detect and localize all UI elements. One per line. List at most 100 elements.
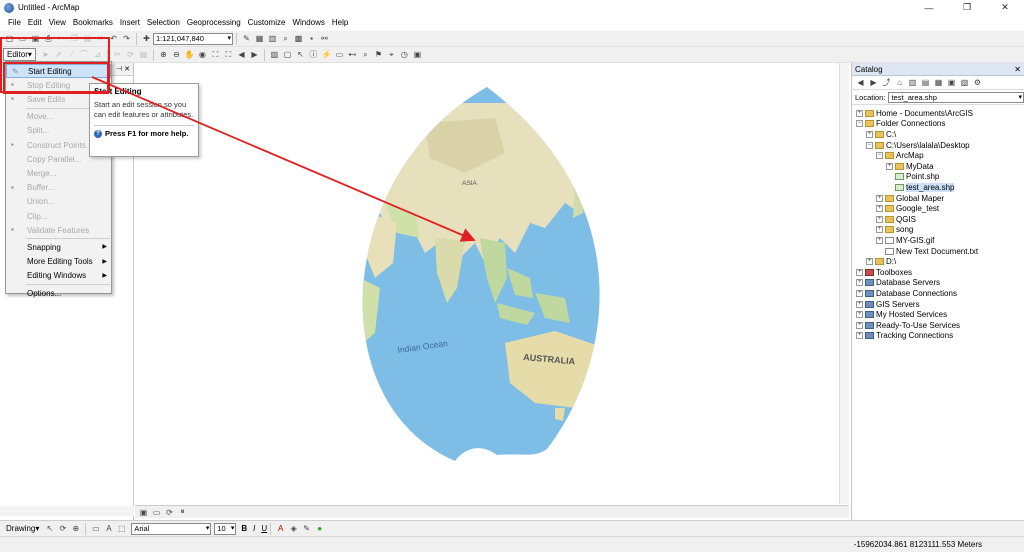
catalog-tree-item[interactable]: Point.shp xyxy=(886,172,939,183)
collapse-icon[interactable]: − xyxy=(856,120,863,128)
menu-customize[interactable]: Customize xyxy=(245,18,289,27)
select-features-icon[interactable]: ▧ xyxy=(269,49,280,60)
find-route-icon[interactable]: ⚑ xyxy=(373,49,384,60)
catalog-tree-item[interactable]: − ArcMap xyxy=(876,150,924,161)
catalog-tree-item[interactable]: + Global Maper xyxy=(876,193,944,204)
clear-selection-icon[interactable]: ▢ xyxy=(282,49,293,60)
font-color-icon[interactable]: A xyxy=(275,523,286,534)
cut-icon[interactable]: ✂ xyxy=(56,33,67,44)
disconnect-folder-icon[interactable]: ▤ xyxy=(920,77,931,88)
catalog-tree-item[interactable]: + C:\ xyxy=(866,129,896,140)
menu-geoprocessing[interactable]: Geoprocessing xyxy=(184,18,244,27)
catalog-tree-item[interactable]: + D:\ xyxy=(866,256,896,267)
data-view-icon[interactable]: ▣ xyxy=(138,507,149,518)
map-scale-combo[interactable]: 1:121,047,840 xyxy=(153,32,233,45)
full-extent-icon[interactable]: ◉ xyxy=(197,49,208,60)
rotate-icon[interactable]: ⟳ xyxy=(57,523,68,534)
collapse-icon[interactable]: − xyxy=(866,141,873,149)
underline-button[interactable]: U xyxy=(261,524,267,533)
catalog-tree-item[interactable]: + Home - Documents\ArcGIS xyxy=(856,108,973,119)
copy-icon[interactable]: ❐ xyxy=(69,33,80,44)
edit-annotation-icon[interactable]: ➚ xyxy=(53,49,64,60)
expand-icon[interactable]: + xyxy=(876,194,883,202)
catalog-tree-item[interactable]: + My Hosted Services xyxy=(856,309,947,320)
italic-button[interactable]: I xyxy=(253,524,255,533)
hyperlink-icon[interactable]: ⚡ xyxy=(321,49,332,60)
find-icon[interactable]: ⌕ xyxy=(360,49,371,60)
end-point-arc-icon[interactable]: ⌒ xyxy=(79,49,90,60)
menu-edit[interactable]: Edit xyxy=(25,18,45,27)
marker-color-icon[interactable]: ● xyxy=(314,523,325,534)
drawing-menu-button[interactable]: Drawing▾ xyxy=(6,524,39,533)
expand-icon[interactable]: + xyxy=(856,311,863,319)
measure-icon[interactable]: ⊷ xyxy=(347,49,358,60)
collapse-icon[interactable]: − xyxy=(876,152,883,160)
edit-tool-icon[interactable]: ➤ xyxy=(40,49,51,60)
forward-extent-icon[interactable]: ▶ xyxy=(249,49,260,60)
editor-menu-button[interactable]: Editor▾ xyxy=(3,48,36,61)
search-window-icon[interactable]: ⌕ xyxy=(280,33,291,44)
expand-icon[interactable]: + xyxy=(876,226,883,234)
python-icon[interactable]: ▪ xyxy=(306,33,317,44)
open-icon[interactable]: ▭ xyxy=(17,33,28,44)
maximize-button[interactable]: ❐ xyxy=(948,0,986,15)
text-icon[interactable]: A xyxy=(103,523,114,534)
create-viewer-icon[interactable]: ▣ xyxy=(412,49,423,60)
map-vertical-scrollbar[interactable] xyxy=(839,63,849,504)
expand-icon[interactable]: + xyxy=(856,300,863,308)
back-extent-icon[interactable]: ◀ xyxy=(236,49,247,60)
layout-view-icon[interactable]: ▭ xyxy=(151,507,162,518)
expand-icon[interactable]: + xyxy=(856,321,863,329)
editor-menu-item-more-editing-tools[interactable]: More Editing Tools ▶ xyxy=(6,255,111,269)
editor-menu-item-editing-windows[interactable]: Editing Windows ▶ xyxy=(6,269,111,283)
split-tool-icon[interactable]: ✂ xyxy=(112,49,123,60)
redo-icon[interactable]: ↷ xyxy=(121,33,132,44)
paste-icon[interactable]: ▤ xyxy=(82,33,93,44)
editor-menu-item-union[interactable]: Union... xyxy=(6,195,111,209)
undo-icon[interactable]: ↶ xyxy=(108,33,119,44)
catalog-toggle-icon[interactable]: ▣ xyxy=(946,77,957,88)
fixed-zoom-out-icon[interactable]: ⛶ xyxy=(223,49,234,60)
catalog-tree-item[interactable]: − C:\Users\lalala\Desktop xyxy=(866,140,970,151)
expand-icon[interactable]: + xyxy=(856,279,863,287)
catalog-window-icon[interactable]: ▥ xyxy=(267,33,278,44)
home-icon[interactable]: ⌂ xyxy=(894,77,905,88)
rotate-tool-icon[interactable]: ⟳ xyxy=(125,49,136,60)
expand-icon[interactable]: + xyxy=(876,215,883,223)
catalog-tree-item[interactable]: + MyData xyxy=(886,161,934,172)
model-builder-icon[interactable]: ⚯ xyxy=(319,33,330,44)
minimize-button[interactable]: — xyxy=(910,0,948,15)
trace-icon[interactable]: ⊿ xyxy=(92,49,103,60)
fixed-zoom-in-icon[interactable]: ⛶ xyxy=(210,49,221,60)
html-popup-icon[interactable]: ▭ xyxy=(334,49,345,60)
delete-icon[interactable]: ✕ xyxy=(95,33,106,44)
menu-view[interactable]: View xyxy=(46,18,69,27)
menu-windows[interactable]: Windows xyxy=(289,18,327,27)
catalog-tree-item[interactable]: + QGIS xyxy=(876,214,916,225)
pan-icon[interactable]: ✋ xyxy=(184,49,195,60)
font-size-combo[interactable]: 10 xyxy=(214,522,237,535)
editor-menu-item-snapping[interactable]: Snapping ▶ xyxy=(6,240,111,254)
connect-folder-icon[interactable]: ▥ xyxy=(907,77,918,88)
pause-drawing-icon[interactable]: ⏸ xyxy=(177,507,188,518)
zoom-to-selected-icon[interactable]: ⊕ xyxy=(70,523,81,534)
edit-vertices-icon[interactable]: ⬚ xyxy=(116,523,127,534)
expand-icon[interactable]: + xyxy=(866,258,873,266)
back-icon[interactable]: ◀ xyxy=(855,77,866,88)
line-color-icon[interactable]: ✎ xyxy=(301,523,312,534)
new-document-icon[interactable]: ▢ xyxy=(4,33,15,44)
catalog-tree-item[interactable]: New Text Document.txt xyxy=(876,246,978,257)
editor-toolbar-icon[interactable]: ✎ xyxy=(241,33,252,44)
editor-menu-item-options[interactable]: Options... xyxy=(6,286,111,300)
catalog-tree-item[interactable]: − Folder Connections xyxy=(856,119,945,130)
go-to-xy-icon[interactable]: ⌖ xyxy=(386,49,397,60)
toc-pin-icon[interactable]: ⊣ xyxy=(116,65,124,73)
menu-help[interactable]: Help xyxy=(329,18,351,27)
catalog-tree-item[interactable]: + Toolboxes xyxy=(856,267,912,278)
catalog-tree-item[interactable]: + GIS Servers xyxy=(856,299,920,310)
print-icon[interactable]: ⎙ xyxy=(43,33,54,44)
menu-insert[interactable]: Insert xyxy=(117,18,143,27)
catalog-options-icon[interactable]: ⚙ xyxy=(972,77,983,88)
editor-menu-item-start-editing[interactable]: ✎ Start Editing xyxy=(6,64,111,78)
up-level-icon[interactable]: ⤴ xyxy=(881,77,892,88)
